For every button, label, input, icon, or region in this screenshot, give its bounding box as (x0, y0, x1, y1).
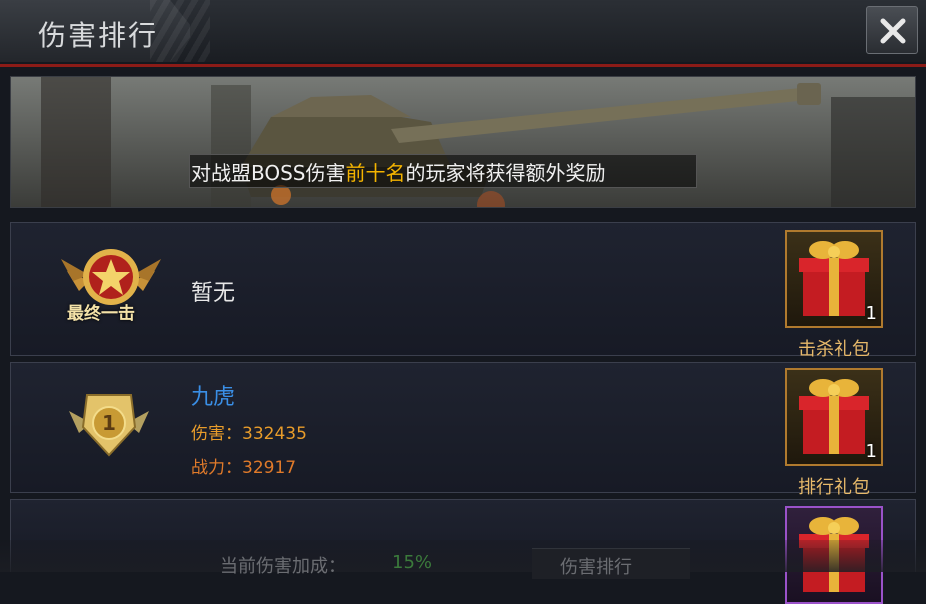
damage-label: 伤害： (191, 424, 242, 444)
rank-1-emblem-icon: 1 (69, 394, 149, 457)
damage-bonus-value: 15% (392, 552, 433, 573)
gift-count: 1 (865, 441, 877, 462)
header-bar: 伤害排行 (0, 0, 926, 62)
power-value: 32917 (242, 458, 297, 478)
gift-count: 1 (865, 303, 877, 324)
caption-part-1: 对战盟BOSS伤害 (191, 161, 346, 185)
header-divider (0, 64, 926, 67)
rank-reward-gift-box[interactable]: 1 (785, 368, 883, 466)
rank-number: 1 (102, 411, 116, 435)
banner-caption: 对战盟BOSS伤害前十名的玩家将获得额外奖励 (191, 157, 606, 186)
close-button[interactable] (866, 6, 918, 54)
player-name[interactable]: 九虎 (191, 379, 235, 411)
list-item-rank-1: 1 九虎 伤害：332435 战力：32917 1 排行礼包 (10, 362, 916, 498)
caption-part-2: 的玩家将获得额外奖励 (405, 161, 606, 185)
emblem-label: 最终一击 (67, 304, 135, 324)
damage-bonus-label: 当前伤害加成： (220, 556, 346, 577)
header-stripes (150, 0, 210, 62)
caption-highlight: 前十名 (345, 161, 406, 185)
damage-stat: 伤害：332435 (191, 419, 307, 444)
page-title: 伤害排行 (38, 19, 159, 52)
tank-illustration (11, 77, 915, 207)
power-stat: 战力：32917 (191, 453, 296, 478)
player-name-none: 暂无 (191, 281, 236, 306)
rank-reward-label: 排行礼包 (798, 477, 870, 498)
kill-reward-gift-box[interactable]: 1 (785, 230, 883, 328)
banner: 对战盟BOSS伤害前十名的玩家将获得额外奖励 (10, 76, 916, 208)
list-item-final-strike: 最终一击 暂无 1 击杀礼包 (10, 222, 916, 360)
damage-ranking-button[interactable]: 伤害排行 (532, 548, 690, 579)
power-label: 战力： (191, 458, 242, 478)
damage-ranking-button-label: 伤害排行 (560, 557, 632, 578)
kill-reward-label: 击杀礼包 (798, 339, 870, 360)
damage-value: 332435 (242, 424, 307, 444)
footer-bar: 当前伤害加成： 15% 伤害排行 (0, 540, 926, 579)
close-icon (880, 18, 906, 44)
